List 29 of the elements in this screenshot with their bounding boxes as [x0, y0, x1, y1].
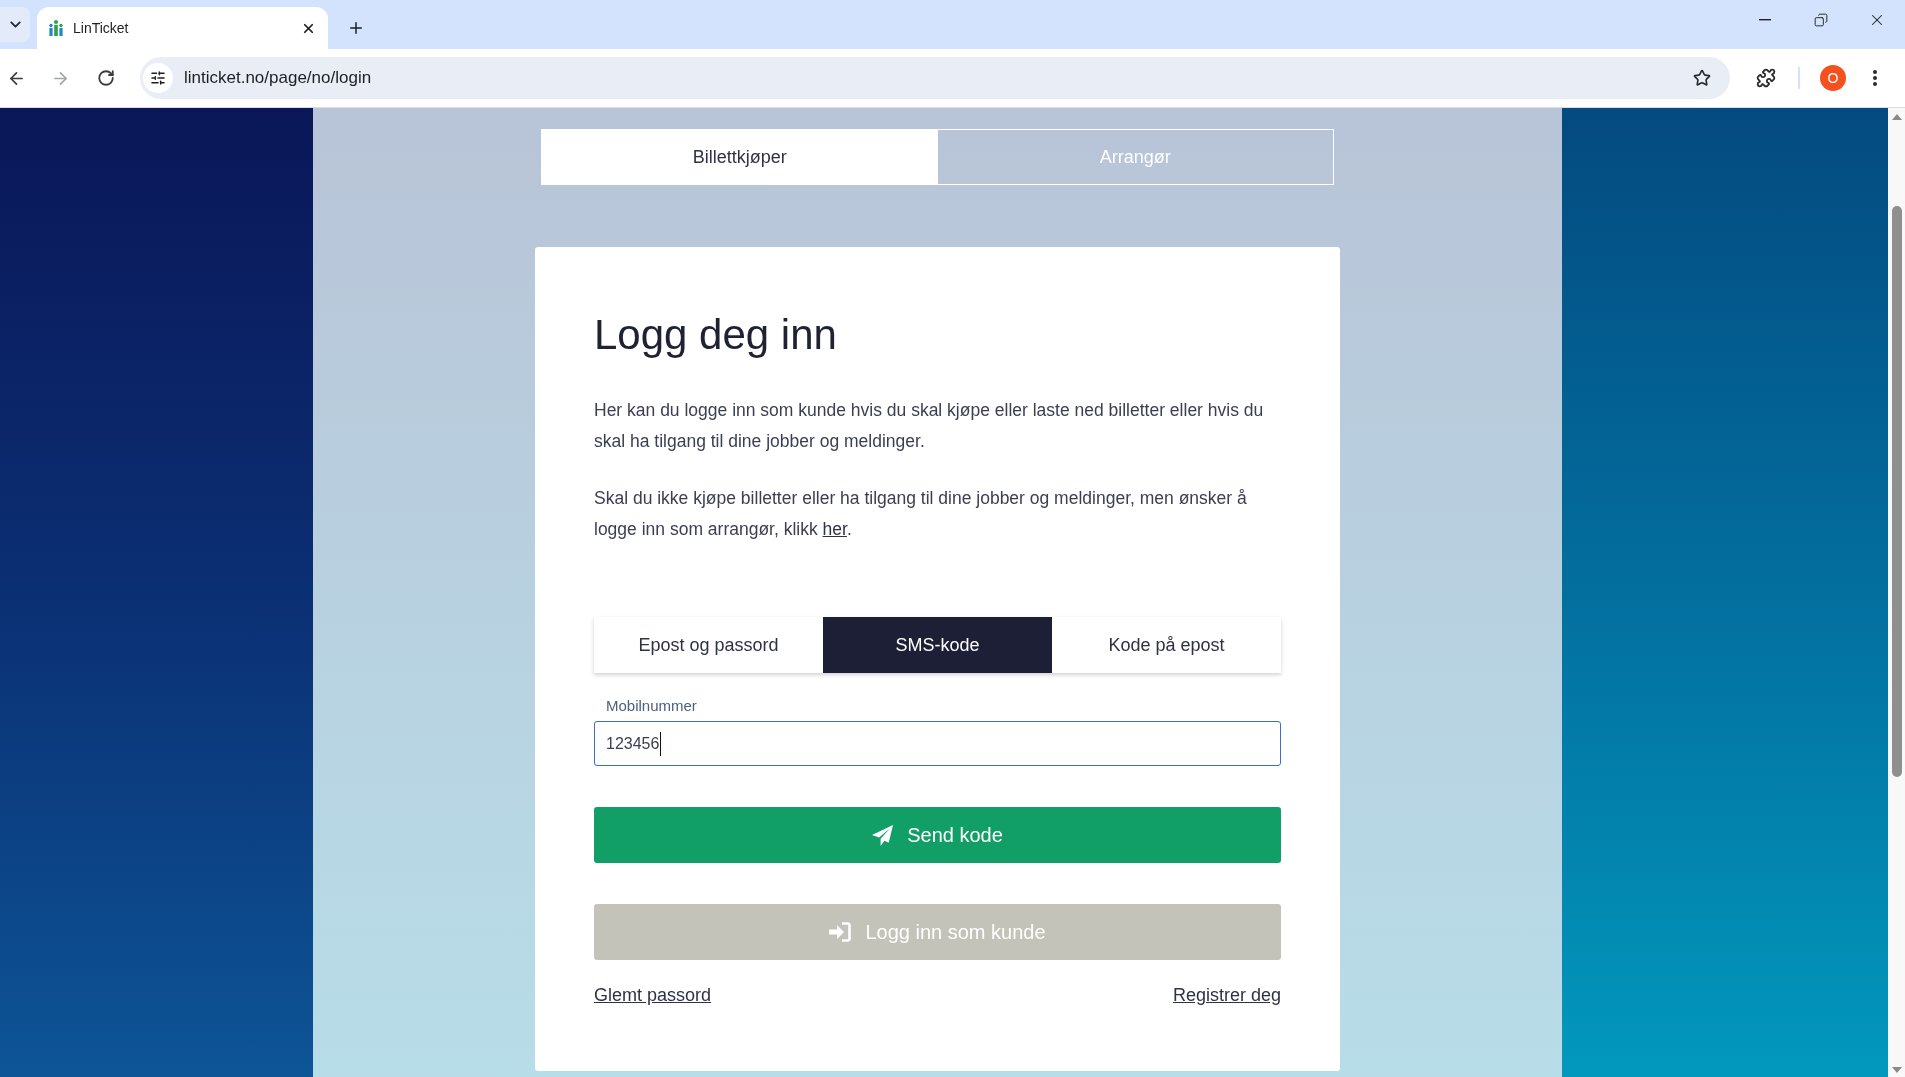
- register-link[interactable]: Registrer deg: [1172, 983, 1281, 1007]
- address-bar[interactable]: linticket.no/page/no/login: [140, 57, 1730, 99]
- login-method-tab[interactable]: SMS-kode: [823, 617, 1052, 673]
- sign-in-icon: [829, 922, 852, 942]
- organizer-login-link[interactable]: her: [822, 519, 847, 539]
- login-heading: Logg deg inn: [594, 310, 838, 360]
- three-figures-icon: [48, 20, 64, 36]
- paper-plane-icon: [872, 824, 894, 846]
- site-settings-button[interactable]: [143, 63, 173, 93]
- login-method-tab[interactable]: Kode på epost: [1052, 617, 1281, 673]
- puzzle-icon: [1756, 68, 1776, 88]
- phone-input-field[interactable]: 123456: [594, 721, 1281, 766]
- minimize-icon: [1759, 19, 1771, 21]
- intro-text: Her kan du logge inn som kunde hvis du skal kjøpe eller laste ned billetter eller hvis du skal ha tilgang til dine jobber og meldinger.: [594, 399, 1265, 453]
- scroll-down-icon[interactable]: [1891, 1067, 1902, 1073]
- phone-field-label: Mobilnummer: [606, 696, 697, 716]
- site-settings-icon: [150, 70, 166, 86]
- scroll-up-icon[interactable]: [1891, 114, 1902, 120]
- reload-icon: [97, 69, 115, 87]
- restore-icon: [1814, 13, 1828, 27]
- browser-tab[interactable]: LinTicket: [37, 7, 328, 49]
- forgot-password-link[interactable]: Glemt passord: [594, 983, 712, 1007]
- organizer-login-text: Skal du ikke kjøpe billetter eller ha tilgang til dine jobber og meldinger, men ønsker å logge inn som arrangør, klikk her.: [594, 487, 1248, 541]
- login-method-tab[interactable]: Epost og passord: [594, 617, 823, 673]
- scrollbar-thumb[interactable]: [1891, 206, 1902, 777]
- tab-list-button[interactable]: [0, 7, 30, 42]
- more-menu-icon: [1873, 70, 1877, 86]
- role-tab[interactable]: Billettkjøper: [542, 130, 938, 184]
- star-icon: [1693, 69, 1711, 87]
